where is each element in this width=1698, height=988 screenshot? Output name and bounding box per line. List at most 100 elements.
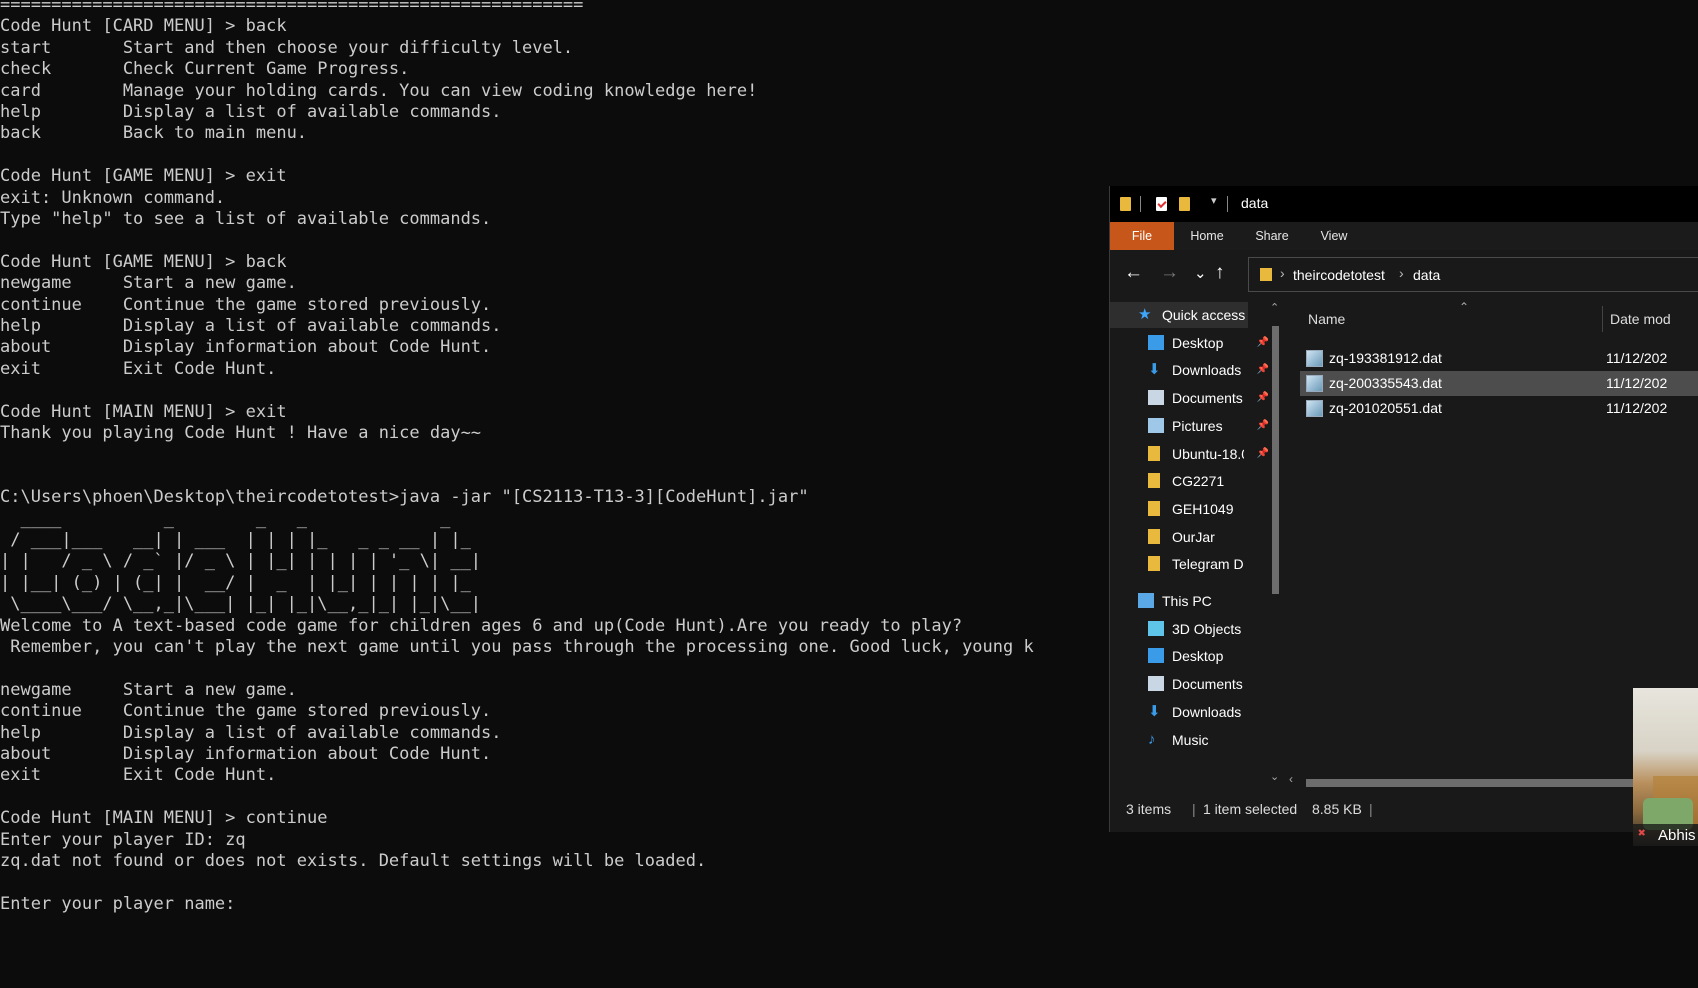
nav-scrollbar-thumb[interactable]: [1272, 326, 1279, 594]
hscrollbar-thumb[interactable]: [1306, 779, 1661, 787]
dat-file-icon: [1306, 375, 1323, 392]
terminal-line: C:\Users\phoen\Desktop\theircodetotest>j…: [0, 487, 809, 508]
folder-icon: [1148, 556, 1160, 572]
file-name: zq-193381912.dat: [1329, 350, 1442, 366]
status-bar: 3 items | 1 item selected 8.85 KB |: [1110, 790, 1698, 828]
column-date-modified[interactable]: Date mod: [1610, 311, 1671, 327]
tab-share[interactable]: Share: [1241, 222, 1303, 250]
terminal-line: ____ _ _ _ _: [0, 508, 482, 529]
terminal-line: Code Hunt [GAME MENU] > exit: [0, 166, 287, 187]
terminal-line: Code Hunt [GAME MENU] > back: [0, 251, 287, 272]
nav-item[interactable]: Desktop: [1148, 643, 1273, 669]
nav-item[interactable]: ♪ Music: [1148, 727, 1273, 753]
terminal-line: newgame Start a new game.: [0, 273, 297, 294]
column-name[interactable]: Name: [1308, 311, 1345, 327]
terminal-line: Type "help" to see a list of available c…: [0, 209, 492, 229]
nav-item[interactable]: ⬇ Downloads 📌: [1148, 357, 1273, 383]
nav-item-label: Pictures: [1172, 417, 1223, 434]
nav-item[interactable]: CG2271: [1148, 468, 1273, 494]
folder-icon: [1148, 528, 1160, 544]
ribbon-tabs: File Home Share View: [1110, 222, 1698, 250]
terminal-line: help Display a list of available command…: [0, 316, 502, 336]
new-folder-icon[interactable]: [1179, 197, 1190, 211]
terminal-line: check Check Current Game Progress.: [0, 59, 410, 80]
chevron-right-icon[interactable]: ›: [1399, 265, 1404, 281]
document-icon: [1148, 676, 1164, 692]
terminal-line: | |__| (_) | (_| | __/ | _ | |_| | | | |…: [0, 572, 482, 593]
terminal-line: exit: Unknown command.: [0, 187, 226, 208]
desktop-icon: [1148, 648, 1164, 664]
mic-muted-icon: ✖: [1638, 826, 1646, 841]
chevron-right-icon[interactable]: ›: [1280, 265, 1285, 281]
nav-item[interactable]: ⬇ Downloads: [1148, 699, 1273, 725]
file-row[interactable]: zq-193381912.dat 11/12/202: [1300, 346, 1698, 371]
terminal-line: continue Continue the game stored previo…: [0, 701, 492, 722]
download-icon: ⬇: [1148, 702, 1161, 720]
terminal-line: | | / _ \ / _` |/ _ \ | |_| | | | | '_ \…: [0, 551, 482, 572]
computer-icon: [1138, 593, 1154, 608]
navigation-pane: ★ Quick access Desktop 📌 ⬇ Downloads 📌 Document…: [1110, 302, 1281, 790]
cube-icon: [1148, 620, 1164, 636]
back-arrow-icon[interactable]: ←: [1124, 262, 1143, 284]
nav-item[interactable]: ★ Quick access: [1110, 302, 1248, 328]
terminal-line: Welcome to A text-based code game for ch…: [0, 615, 963, 636]
nav-item[interactable]: Ubuntu-18.04📌: [1148, 441, 1273, 467]
file-explorer-window[interactable]: ▾ data File Home Share View ← → ⌄ ↑ › th…: [1109, 186, 1698, 832]
breadcrumb-item[interactable]: theircodetotest: [1293, 267, 1385, 283]
customize-toolbar-icon[interactable]: ▾: [1211, 194, 1217, 207]
tab-view[interactable]: View: [1303, 222, 1365, 250]
nav-item[interactable]: This PC: [1138, 588, 1263, 614]
nav-item[interactable]: GEH1049: [1148, 496, 1273, 522]
file-name: zq-200335543.dat: [1329, 375, 1442, 391]
terminal-line: card Manage your holding cards. You can …: [0, 80, 758, 101]
nav-item[interactable]: 3D Objects: [1148, 616, 1273, 642]
tab-home[interactable]: Home: [1176, 222, 1238, 250]
nav-item-label: Telegram Desktop: [1172, 556, 1244, 573]
recent-locations-icon[interactable]: ⌄: [1194, 264, 1207, 282]
nav-item[interactable]: Documents: [1148, 671, 1273, 697]
terminal-line: help Display a list of available command…: [0, 722, 502, 743]
breadcrumb-item[interactable]: data: [1413, 267, 1440, 283]
pictures-icon: [1148, 417, 1164, 433]
terminal-line: / ___|___ __| | ___ | | | |_ _ _ __ | |_: [0, 530, 482, 550]
music-icon: ♪: [1148, 730, 1156, 748]
nav-item[interactable]: Desktop 📌: [1148, 330, 1273, 356]
nav-item-label: Downloads: [1172, 362, 1242, 379]
terminal-line: start Start and then choose your difficu…: [0, 37, 574, 58]
webcam-thumbnail[interactable]: ✖ Abhis: [1633, 688, 1698, 846]
terminal-line: Code Hunt [MAIN MENU] > exit: [0, 401, 287, 422]
folder-icon: [1148, 473, 1160, 489]
nav-item-label: CG2271: [1172, 473, 1225, 490]
nav-item[interactable]: OurJar: [1148, 524, 1273, 550]
forward-arrow-icon[interactable]: →: [1160, 262, 1179, 284]
file-row[interactable]: zq-201020551.dat 11/12/202: [1300, 396, 1698, 421]
download-icon: ⬇: [1148, 361, 1161, 379]
nav-item[interactable]: Documents 📌: [1148, 385, 1273, 411]
properties-icon[interactable]: [1156, 197, 1167, 211]
nav-item-label: Desktop: [1172, 334, 1224, 351]
nav-item-label: Ubuntu-18.04: [1172, 445, 1244, 462]
nav-item[interactable]: Pictures 📌: [1148, 413, 1273, 439]
nav-item-label: 3D Objects: [1172, 620, 1242, 637]
terminal-line: Code Hunt [CARD MENU] > back: [0, 16, 287, 37]
terminal-line: ========================================…: [0, 0, 584, 15]
file-name: zq-201020551.dat: [1329, 400, 1442, 416]
up-arrow-icon[interactable]: ↑: [1215, 262, 1225, 284]
folder-icon: [1120, 197, 1131, 211]
terminal-line: zq.dat not found or does not exists. Def…: [0, 851, 707, 871]
file-date: 11/12/202: [1606, 400, 1668, 416]
nav-item[interactable]: Telegram Desktop: [1148, 551, 1273, 577]
file-row[interactable]: zq-200335543.dat 11/12/202: [1300, 371, 1698, 396]
tab-file[interactable]: File: [1110, 222, 1174, 250]
nav-item-label: This PC: [1162, 593, 1212, 609]
address-bar[interactable]: › theircodetotest › data: [1248, 257, 1698, 292]
desktop-icon: [1148, 334, 1164, 350]
nav-item-label: OurJar: [1172, 528, 1215, 545]
terminal-line: Enter your player name:: [0, 893, 236, 914]
terminal-line: back Back to main menu.: [0, 123, 308, 144]
file-date: 11/12/202: [1606, 375, 1668, 391]
terminal-line: newgame Start a new game.: [0, 679, 297, 700]
window-title: data: [1241, 195, 1269, 211]
terminal-line: Enter your player ID: zq: [0, 829, 246, 850]
terminal-line: about Display information about Code Hun…: [0, 337, 492, 358]
